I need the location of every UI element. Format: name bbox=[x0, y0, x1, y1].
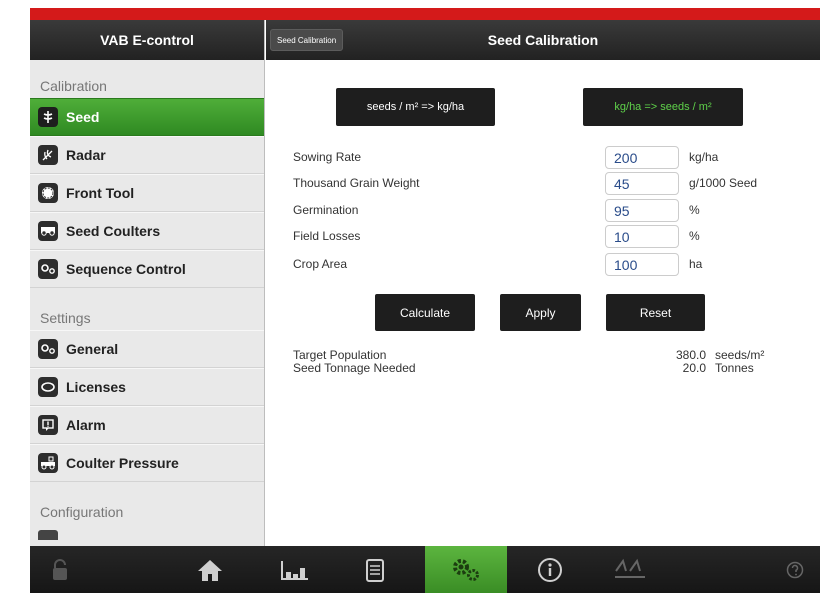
sidebar-item-sequence-control[interactable]: Sequence Control bbox=[30, 250, 264, 288]
sidebar-item-coulter-pressure[interactable]: Coulter Pressure bbox=[30, 444, 264, 482]
partial-config-icon bbox=[38, 530, 58, 540]
main-panel: Seed Calibration Seed Calibration seeds … bbox=[266, 20, 820, 546]
sidebar-item-label: Seed Coulters bbox=[66, 223, 161, 239]
section-label-settings: Settings bbox=[40, 310, 91, 326]
field-unit: kg/ha bbox=[689, 150, 719, 164]
sidebar-item-label: General bbox=[66, 341, 119, 357]
sidebar-title: VAB E-control bbox=[30, 20, 264, 60]
field-unit: % bbox=[689, 203, 700, 217]
result-value: 20.0 bbox=[682, 361, 706, 375]
lock-icon[interactable] bbox=[30, 546, 90, 593]
license-icon bbox=[38, 377, 58, 397]
sidebar-item-label: Front Tool bbox=[66, 185, 135, 201]
apply-button[interactable]: Apply bbox=[500, 294, 581, 331]
tab-seed-calibration[interactable]: Seed Calibration bbox=[270, 29, 344, 51]
sidebar-item-label: Radar bbox=[66, 147, 106, 163]
home-icon[interactable] bbox=[180, 546, 240, 593]
germination-input[interactable]: 95 bbox=[605, 199, 679, 222]
field-unit: ha bbox=[689, 257, 703, 271]
sidebar-item-label: Seed bbox=[66, 109, 100, 125]
seed-icon bbox=[38, 107, 58, 127]
calculate-button[interactable]: Calculate bbox=[375, 294, 475, 331]
sidebar-item-alarm[interactable]: Alarm bbox=[30, 406, 264, 444]
sidebar-item-front-tool[interactable]: Front Tool bbox=[30, 174, 264, 212]
sidebar-item-label: Coulter Pressure bbox=[66, 455, 179, 471]
form-row-crop-area: Crop Area 100 ha bbox=[293, 253, 793, 277]
field-label: Thousand Grain Weight bbox=[293, 176, 420, 190]
section-label-configuration: Configuration bbox=[40, 504, 124, 520]
sidebar: VAB E-control Calibration Seed Radar Fro… bbox=[30, 20, 265, 546]
alarm-icon bbox=[38, 415, 58, 435]
sidebar-item-seed[interactable]: Seed bbox=[30, 98, 264, 136]
field-label: Germination bbox=[293, 203, 359, 217]
sowing-rate-input[interactable]: 200 bbox=[605, 146, 679, 169]
reset-button[interactable]: Reset bbox=[606, 294, 705, 331]
field-label: Crop Area bbox=[293, 257, 348, 271]
field-label: Field Losses bbox=[293, 229, 361, 243]
field-label: Sowing Rate bbox=[293, 150, 362, 164]
field-unit: g/1000 Seed bbox=[689, 176, 758, 190]
form-row-germination: Germination 95 % bbox=[293, 199, 793, 223]
thousand-grain-weight-input[interactable]: 45 bbox=[605, 172, 679, 195]
seeds-to-kg-button[interactable]: seeds / m² => kg/ha bbox=[336, 88, 495, 126]
form-row-thousand-grain-weight: Thousand Grain Weight 45 g/1000 Seed bbox=[293, 172, 793, 196]
result-label: Seed Tonnage Needed bbox=[293, 361, 416, 375]
result-value: 380.0 bbox=[675, 348, 706, 362]
main-header: Seed Calibration Seed Calibration bbox=[266, 20, 820, 60]
gears-icon[interactable] bbox=[425, 546, 507, 593]
field-unit: % bbox=[689, 229, 700, 243]
kg-to-seeds-button[interactable]: kg/ha => seeds / m² bbox=[583, 88, 743, 126]
document-icon[interactable] bbox=[345, 546, 405, 593]
bar-chart-icon[interactable] bbox=[265, 546, 325, 593]
crop-area-input[interactable]: 100 bbox=[605, 253, 679, 276]
result-unit: seeds/m² bbox=[715, 348, 765, 362]
form-row-sowing-rate: Sowing Rate 200 kg/ha bbox=[293, 146, 793, 170]
section-label-calibration: Calibration bbox=[40, 78, 107, 94]
info-icon[interactable] bbox=[520, 546, 580, 593]
sidebar-item-label: Sequence Control bbox=[66, 261, 186, 277]
sidebar-item-label: Alarm bbox=[66, 417, 106, 433]
result-unit: Tonnes bbox=[715, 361, 754, 375]
form-row-field-losses: Field Losses 10 % bbox=[293, 225, 793, 249]
page-title: Seed Calibration bbox=[487, 32, 599, 48]
coulter-pressure-icon bbox=[38, 453, 58, 473]
sidebar-item-general[interactable]: General bbox=[30, 330, 264, 368]
app-window: VAB E-control Calibration Seed Radar Fro… bbox=[30, 20, 820, 546]
seeder-icon[interactable] bbox=[595, 546, 665, 593]
sidebar-item-seed-coulters[interactable]: Seed Coulters bbox=[30, 212, 264, 250]
front-tool-icon bbox=[38, 183, 58, 203]
sidebar-item-label: Licenses bbox=[66, 379, 126, 395]
gears-icon bbox=[38, 339, 58, 359]
field-losses-input[interactable]: 10 bbox=[605, 225, 679, 248]
bottom-toolbar bbox=[30, 546, 820, 593]
sequence-control-icon bbox=[38, 259, 58, 279]
sidebar-item-licenses[interactable]: Licenses bbox=[30, 368, 264, 406]
top-accent-bar bbox=[30, 8, 820, 20]
radar-icon bbox=[38, 145, 58, 165]
result-label: Target Population bbox=[293, 348, 387, 362]
sidebar-item-radar[interactable]: Radar bbox=[30, 136, 264, 174]
help-icon[interactable] bbox=[770, 546, 820, 593]
seed-coulters-icon bbox=[38, 221, 58, 241]
